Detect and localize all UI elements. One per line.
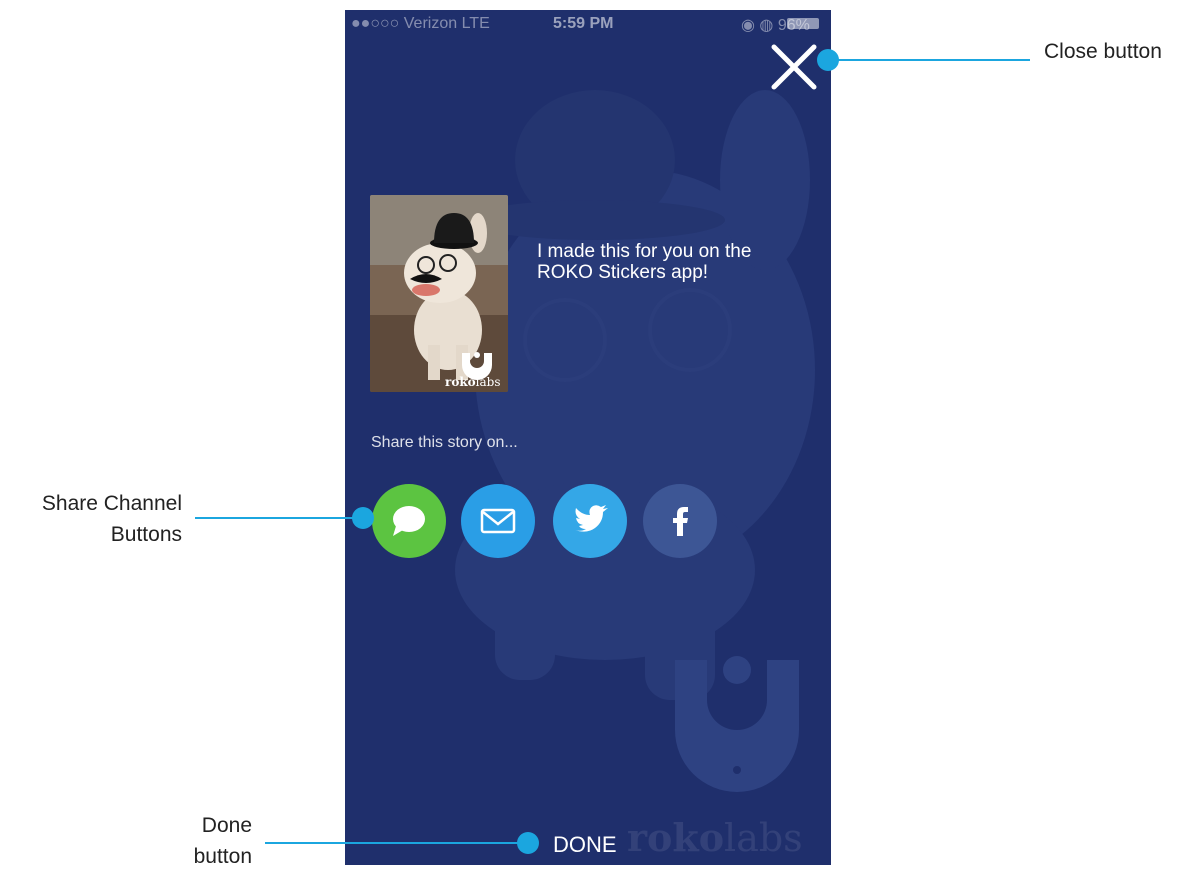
share-facebook-button[interactable] <box>643 484 717 558</box>
battery-icon <box>787 18 819 29</box>
done-annotation-label-line1: Done <box>201 814 252 837</box>
status-bar: ●●○○○ Verizon LTE 5:59 PM ◉ ◍ 96% <box>345 10 831 36</box>
envelope-icon <box>480 508 516 534</box>
share-annotation-label-line2: Buttons <box>110 523 182 546</box>
twitter-bird-icon <box>575 505 608 532</box>
done-annotation-line <box>265 842 527 844</box>
done-button[interactable]: DONE <box>553 832 617 858</box>
speech-bubble-icon <box>393 506 425 536</box>
thumbnail-brand: rokolabs <box>445 375 501 389</box>
rokolabs-watermark: rokolabs <box>627 815 803 860</box>
share-message: I made this for you on the ROKO Stickers… <box>537 241 752 283</box>
share-message-button[interactable] <box>372 484 446 558</box>
close-annotation-dot <box>817 49 839 71</box>
done-annotation-dot <box>517 832 539 854</box>
share-email-button[interactable] <box>461 484 535 558</box>
sticker-thumbnail: rokolabs <box>370 195 508 392</box>
share-twitter-button[interactable] <box>553 484 627 558</box>
clock-text: 5:59 PM <box>553 15 614 32</box>
share-screen: ●●○○○ Verizon LTE 5:59 PM ◉ ◍ 96% rokola… <box>345 10 831 865</box>
close-annotation-line <box>830 59 1030 61</box>
facebook-f-icon <box>673 507 688 536</box>
share-prompt: Share this story on... <box>371 434 518 451</box>
share-annotation-dot <box>352 507 374 529</box>
close-icon <box>771 44 817 90</box>
share-annotation-line <box>195 517 365 519</box>
done-annotation-label-line2: button <box>193 845 252 868</box>
close-annotation-label: Close button <box>1044 40 1162 63</box>
share-annotation-label-line1: Share Channel <box>41 492 182 515</box>
carrier-text: ●●○○○ Verizon LTE <box>351 15 490 32</box>
close-button[interactable] <box>769 42 819 92</box>
